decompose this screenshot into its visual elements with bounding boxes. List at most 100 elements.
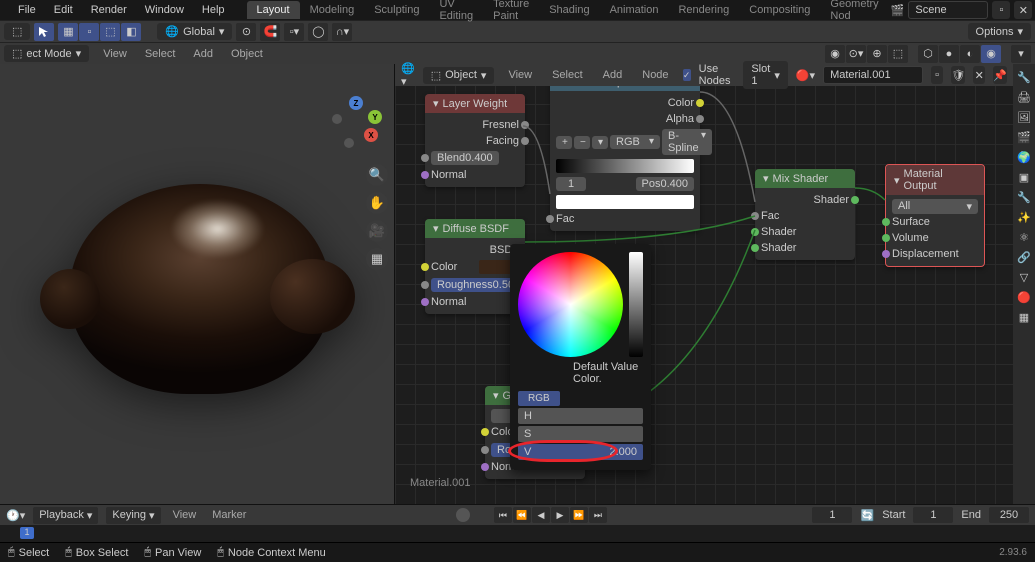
shading-solid-icon[interactable]: ● — [939, 45, 959, 63]
gizmo-toggle-icon[interactable]: ⊕ — [867, 45, 887, 63]
axis-y[interactable]: Y — [368, 110, 382, 124]
hdr-select[interactable]: Select — [141, 46, 180, 62]
hdr-add[interactable]: Add — [189, 46, 217, 62]
ramp-tools-icon[interactable]: ▾ — [592, 136, 608, 149]
scene-new-icon[interactable]: ✕ — [1014, 1, 1032, 19]
prop-physics-icon[interactable]: ⚛ — [1015, 228, 1033, 246]
select-all-icon[interactable]: ▦ — [58, 23, 78, 41]
ne-select[interactable]: Select — [546, 67, 589, 83]
hdr-view[interactable]: View — [99, 46, 131, 62]
persp-toggle-icon[interactable]: ▦ — [366, 248, 388, 270]
ws-animation[interactable]: Animation — [600, 1, 669, 19]
slot-dropdown[interactable]: Slot 1▾ — [743, 61, 788, 89]
object-mode-dd[interactable]: ⬚Object▾ — [423, 67, 495, 84]
collapse-icon[interactable]: ▾ — [894, 174, 900, 187]
axis-neg2[interactable] — [344, 138, 354, 148]
prop-constraint-icon[interactable]: 🔗 — [1015, 248, 1033, 266]
ramp-add-button[interactable]: + — [556, 136, 572, 149]
axis-z[interactable]: Z — [349, 96, 363, 110]
editor-type-icon[interactable]: 🌐▾ — [401, 62, 415, 88]
tl-marker[interactable]: Marker — [208, 507, 250, 523]
start-frame-field[interactable]: 1 — [913, 507, 953, 523]
shading-dropdown-icon[interactable]: ▾ — [1011, 45, 1031, 63]
prop-render-icon[interactable]: 🔧 — [1015, 68, 1033, 86]
ne-node[interactable]: Node — [636, 67, 674, 83]
ws-geometry[interactable]: Geometry Nod — [820, 0, 888, 25]
color-ramp-gradient[interactable] — [556, 159, 694, 173]
prop-modifier-icon[interactable]: 🔧 — [1015, 188, 1033, 206]
refresh-icon[interactable]: 🔄 — [860, 509, 874, 522]
scene-browse-icon[interactable]: ▫ — [992, 1, 1010, 19]
ws-sculpting[interactable]: Sculpting — [364, 1, 429, 19]
menu-help[interactable]: Help — [194, 2, 233, 18]
use-nodes-checkbox[interactable]: ✓ — [683, 69, 691, 81]
menu-file[interactable]: File — [10, 2, 44, 18]
color-wheel[interactable] — [518, 252, 623, 357]
node-mix-shader[interactable]: ▾Mix Shader Shader Fac Shader Shader — [755, 169, 855, 260]
playback-dropdown[interactable]: Playback▾ — [33, 507, 98, 524]
tl-view[interactable]: View — [169, 507, 201, 523]
collapse-icon[interactable]: ▾ — [493, 389, 499, 402]
mode-select[interactable]: ⬚ect Mode▾ — [4, 45, 89, 62]
zoom-icon[interactable]: 🔍 — [366, 164, 388, 186]
ramp-interp-dropdown[interactable]: B-Spline▾ — [662, 129, 712, 155]
h-field[interactable]: H — [518, 408, 643, 424]
collapse-icon[interactable]: ▾ — [433, 222, 439, 235]
node-editor[interactable]: 🌐▾ ⬚Object▾ View Select Add Node ✓ Use N… — [395, 64, 1013, 504]
menu-render[interactable]: Render — [83, 2, 135, 18]
xray-icon[interactable]: ⬚ — [888, 45, 908, 63]
prop-world-icon[interactable]: 🌍 — [1015, 148, 1033, 166]
v-field[interactable]: V2.000 — [518, 444, 643, 460]
prop-output-icon[interactable]: 🖨 — [1015, 88, 1033, 106]
ramp-index-field[interactable]: 1 — [556, 177, 586, 191]
mat-del-icon[interactable]: ✕ — [973, 66, 985, 84]
ramp-del-button[interactable]: − — [574, 136, 590, 149]
snap-type-icon[interactable]: ▫▾ — [284, 23, 304, 41]
ne-view[interactable]: View — [502, 67, 538, 83]
ws-layout[interactable]: Layout — [247, 1, 300, 19]
camera-view-icon[interactable]: 🎥 — [366, 220, 388, 242]
node-layer-weight[interactable]: ▾Layer Weight Fresnel Facing Blend0.400 … — [425, 94, 525, 187]
ws-uvediting[interactable]: UV Editing — [429, 0, 483, 25]
move-view-icon[interactable]: ✋ — [366, 192, 388, 214]
next-key-icon[interactable]: ⏩ — [570, 507, 588, 523]
prop-particle-icon[interactable]: ✨ — [1015, 208, 1033, 226]
shading-rendered-icon[interactable]: ◉ — [981, 45, 1001, 63]
prop-texture-icon[interactable]: ▦ — [1015, 308, 1033, 326]
rgb-tab[interactable]: RGB — [518, 391, 560, 406]
shading-wire-icon[interactable]: ⬡ — [918, 45, 938, 63]
select-face-icon[interactable]: ◧ — [121, 23, 141, 41]
axis-x[interactable]: X — [364, 128, 378, 142]
orientation-dropdown[interactable]: 🌐 Global▾ — [157, 23, 232, 40]
current-frame-field[interactable]: 1 — [812, 507, 852, 523]
prop-material-icon[interactable]: 🔴 — [1015, 288, 1033, 306]
falloff-icon[interactable]: ∩▾ — [332, 23, 352, 41]
ne-add[interactable]: Add — [597, 67, 629, 83]
prop-scene-icon[interactable]: 🎬 — [1015, 128, 1033, 146]
diffuse-roughness-field[interactable]: Roughness0.500 — [431, 278, 519, 292]
ws-texturepaint[interactable]: Texture Paint — [483, 0, 539, 25]
ramp-pos-field[interactable]: Pos0.400 — [636, 177, 695, 191]
prop-viewlayer-icon[interactable]: 🖼 — [1015, 108, 1033, 126]
menu-window[interactable]: Window — [137, 2, 192, 18]
menu-edit[interactable]: Edit — [46, 2, 81, 18]
options-dropdown[interactable]: Options▾ — [968, 23, 1031, 40]
end-frame-field[interactable]: 250 — [989, 507, 1029, 523]
output-target-dropdown[interactable]: All▾ — [892, 199, 978, 214]
scene-name-field[interactable]: Scene — [908, 1, 988, 19]
value-slider[interactable] — [629, 252, 643, 357]
keying-dropdown[interactable]: Keying▾ — [106, 507, 160, 524]
overlay-menu-icon[interactable]: ⊙▾ — [846, 45, 866, 63]
mat-browse-icon[interactable]: ▫ — [931, 66, 943, 84]
node-colorramp[interactable]: ▾ColorRamp Color Alpha + − ▾ RGB▾ B-Spli… — [550, 72, 700, 231]
collapse-icon[interactable]: ▾ — [763, 172, 769, 185]
s-field[interactable]: S — [518, 426, 643, 442]
select-vert-icon[interactable]: ▫ — [79, 23, 99, 41]
select-edge-icon[interactable]: ⬚ — [100, 23, 120, 41]
hdr-object[interactable]: Object — [227, 46, 267, 62]
timeline-editor-icon[interactable]: 🕐▾ — [6, 509, 25, 522]
timeline-track[interactable]: 1 — [0, 525, 1035, 542]
ramp-rgb-dropdown[interactable]: RGB▾ — [610, 135, 660, 149]
autokey-icon[interactable] — [456, 508, 470, 522]
jump-start-icon[interactable]: ⏮ — [494, 507, 512, 523]
